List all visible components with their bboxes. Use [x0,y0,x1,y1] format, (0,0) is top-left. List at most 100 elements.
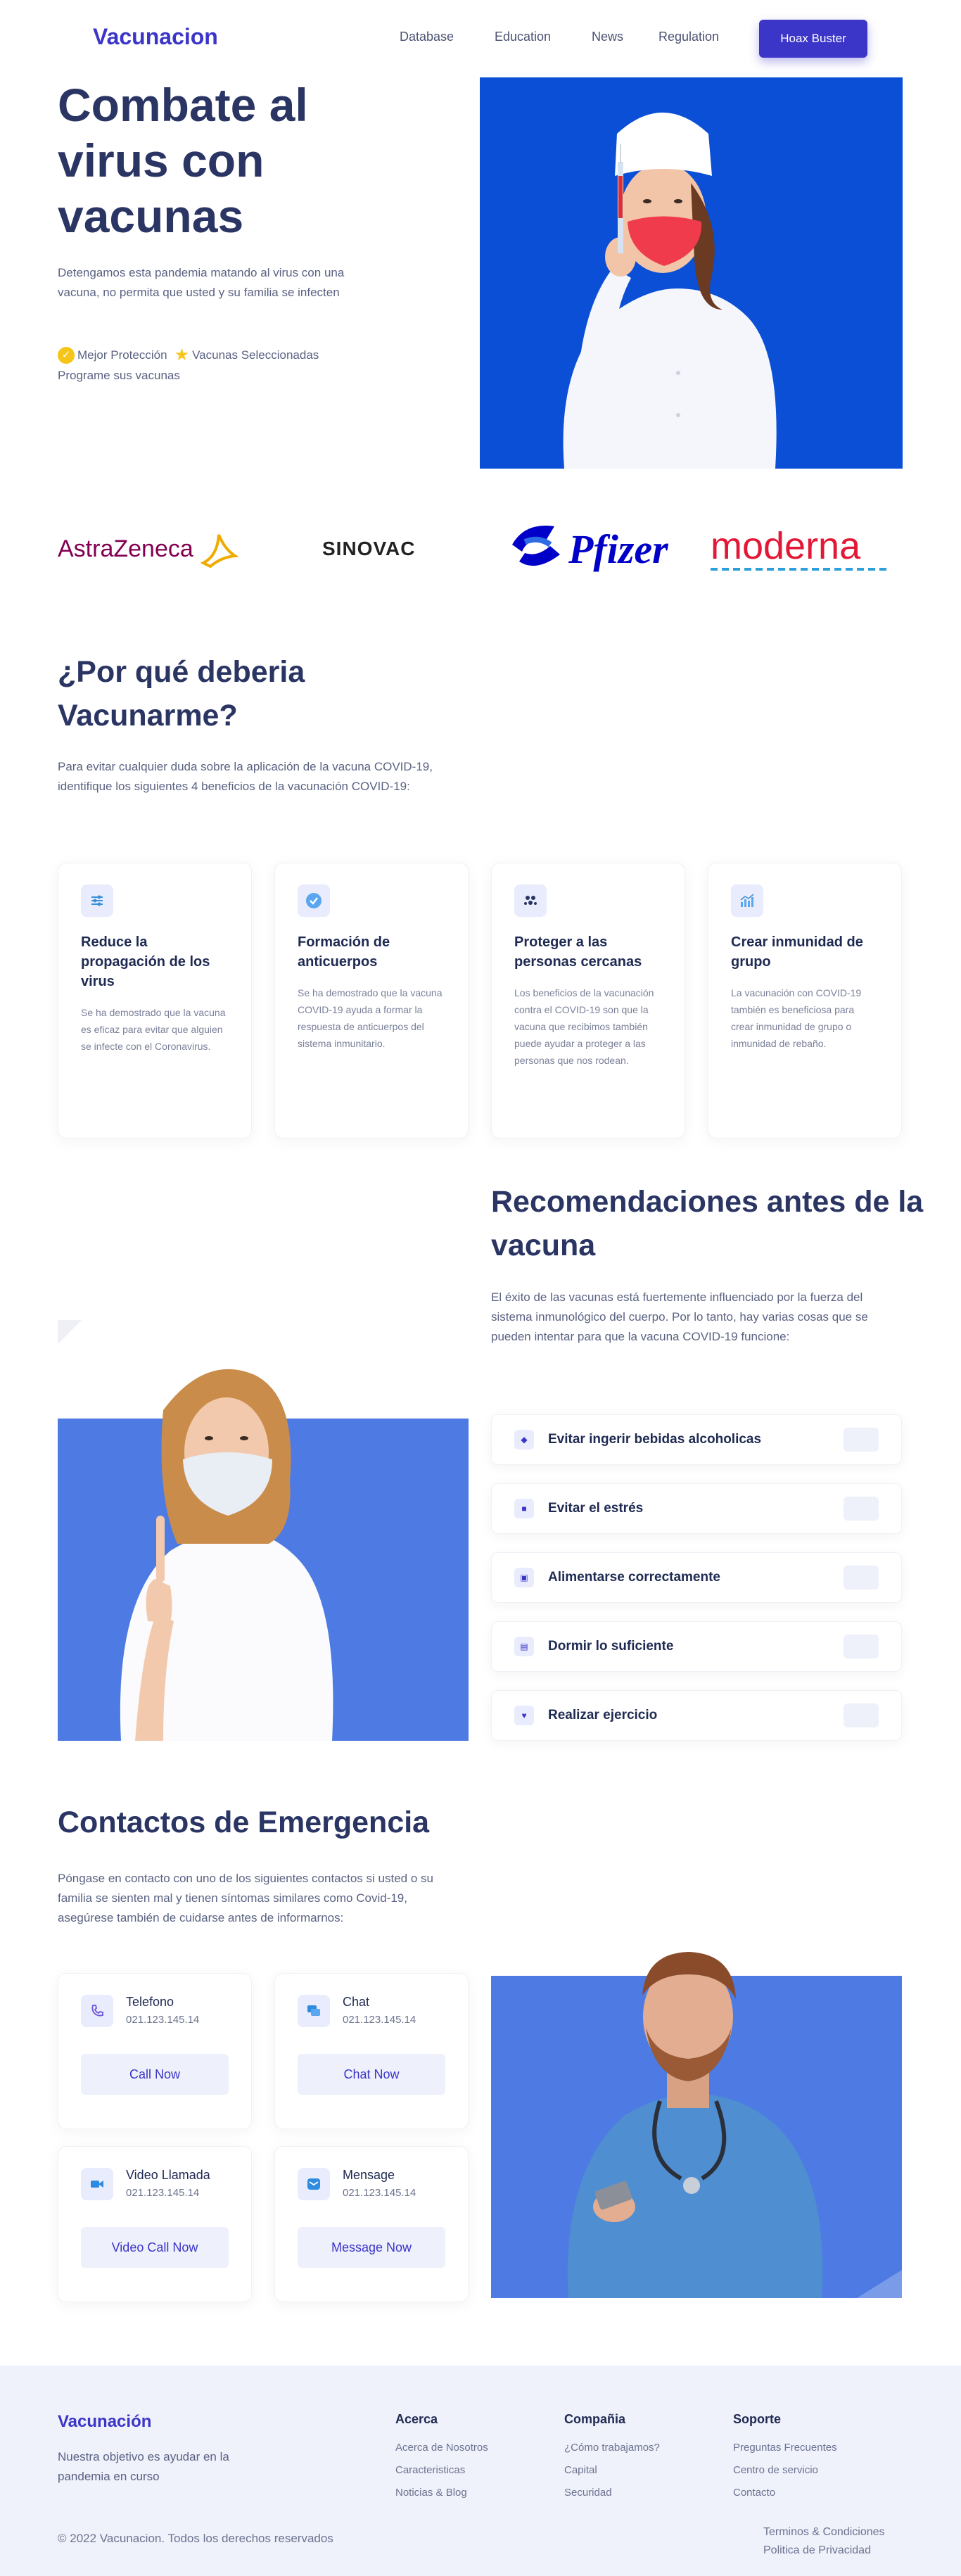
sinovac-logo: SINOVAC [322,521,416,577]
reco-item[interactable]: ♥ Realizar ejercicio [491,1690,902,1741]
nav-link-education[interactable]: Education [495,30,551,44]
footer-link[interactable]: ¿Cómo trabajamos? [564,2442,660,2454]
footer-brand[interactable]: Vacunación [58,2412,151,2432]
hero-title: Combate al virus con vacunas [58,79,308,242]
contact-phone: 021.123.145.14 [126,2187,200,2199]
contact-card: Chat 021.123.145.14 Chat Now [274,1973,469,2129]
sinovac-logo-text: SINOVAC [322,538,416,559]
phone-icon [81,1995,113,2027]
reco-item-label: Dormir lo suficiente [548,1639,674,1654]
schedule-link[interactable]: Programe sus vacunas [58,369,180,383]
expand-toggle[interactable] [844,1428,879,1452]
nav-link-news[interactable]: News [592,30,623,44]
video-call-button[interactable]: Video Call Now [81,2227,229,2268]
contact-name: Telefono [126,1995,174,2009]
call-now-button[interactable]: Call Now [81,2054,229,2095]
nav-link-database[interactable]: Database [400,30,454,44]
pfizer-logo-text: Pfizer [568,526,668,572]
moderna-underline [711,568,891,571]
reco-item[interactable]: ■ Evitar el estrés [491,1483,902,1534]
brand-logo[interactable]: Vacunacion [93,24,218,50]
footer-link[interactable]: Securidad [564,2487,612,2499]
page: Vacunacion Database Education News Regul… [0,0,961,2576]
reco-title: Recomendaciones antes de la vacuna [491,1185,924,1262]
expand-toggle[interactable] [844,1566,879,1590]
hoax-buster-button[interactable]: Hoax Buster [759,20,867,58]
footer-link[interactable]: Acerca de Nosotros [395,2442,488,2454]
reco-item-label: Evitar ingerir bebidas alcoholicas [548,1432,762,1447]
contact-card: Telefono 021.123.145.14 Call Now [58,1973,252,2129]
badge-selected: Vacunas Seleccionadas [192,348,319,362]
copyright: © 2022 Vacunacion. Todos los derechos re… [58,2532,333,2545]
benefit-card: Crear inmunidad de grupo La vacunación c… [708,863,902,1138]
moderna-logo-text: moderna [711,525,861,567]
heart-icon: ♥ [514,1706,534,1725]
benefit-text: Se ha demostrado que la vacuna es eficaz… [81,1007,226,1052]
mail-icon [298,2168,330,2200]
benefit-card: Proteger a las personas cercanas Los ben… [491,863,685,1138]
message-now-button[interactable]: Message Now [298,2227,445,2268]
footer-col-title-soporte: Soporte [733,2412,782,2426]
pfizer-pill-icon [512,526,560,566]
benefit-title: Reduce la propagación de los virus [81,934,210,989]
expand-toggle[interactable] [844,1703,879,1727]
people-icon [514,884,547,917]
benefit-text: Los beneficios de la vacunación contra e… [514,987,654,1066]
reco-item[interactable]: ◆ Evitar ingerir bebidas alcoholicas [491,1414,902,1465]
food-icon: ▣ [514,1568,534,1587]
reco-item-label: Evitar el estrés [548,1501,644,1516]
astrazeneca-logo: AstraZeneca [58,521,241,577]
check-circle-icon [298,884,330,917]
footer-link[interactable]: Capital [564,2464,597,2476]
hero-description: Detengamos esta pandemia matando al viru… [58,266,345,299]
footer-link[interactable]: Centro de servicio [733,2464,818,2476]
contact-phone: 021.123.145.14 [343,2014,416,2026]
sliders-icon [81,884,113,917]
nav-link-regulation[interactable]: Regulation [658,30,719,44]
footer-col-title-acerca: Acerca [395,2412,438,2426]
footer-col-title-compania: Compañia [564,2412,626,2426]
contact-name: Mensage [343,2168,395,2182]
footer-link[interactable]: Contacto [733,2487,775,2499]
contact-phone: 021.123.145.14 [126,2014,200,2026]
chat-now-button[interactable]: Chat Now [298,2054,445,2095]
sleep-icon: ▤ [514,1637,534,1656]
contact-name: Video Llamada [126,2168,210,2182]
badge-protection: Mejor Protección [77,348,167,362]
astrazeneca-logo-text: AstraZeneca [58,535,193,562]
benefit-text: Se ha demostrado que la vacuna COVID-19 … [298,987,443,1049]
moderna-logo: moderna [711,521,902,577]
masked-woman-image [58,1369,469,1741]
benefit-title: Formación de anticuerpos [298,934,390,970]
footer-link[interactable]: Caracteristicas [395,2464,465,2476]
privacy-link[interactable]: Politica de Privacidad [763,2544,871,2557]
contact-phone: 021.123.145.14 [343,2187,416,2199]
benefit-title: Crear inmunidad de grupo [731,934,863,970]
footer-link[interactable]: Noticias & Blog [395,2487,467,2499]
reco-description: El éxito de las vacunas está fuertemente… [491,1290,868,1343]
reco-item-label: Realizar ejercicio [548,1708,658,1722]
terms-link[interactable]: Terminos & Condiciones [763,2526,885,2539]
benefit-card: Formación de anticuerpos Se ha demostrad… [274,863,469,1138]
shield-icon: ◆ [514,1430,534,1449]
benefit-text: La vacunación con COVID-19 también es be… [731,987,862,1049]
contact-card: Mensage 021.123.145.14 Message Now [274,2146,469,2302]
expand-toggle[interactable] [844,1635,879,1658]
expand-toggle[interactable] [844,1497,879,1521]
contact-card: Video Llamada 021.123.145.14 Video Call … [58,2146,252,2302]
reco-item[interactable]: ▣ Alimentarse correctamente [491,1552,902,1603]
pfizer-logo: Pfizer [504,521,668,577]
chart-icon [731,884,763,917]
doctor-image [491,1952,902,2298]
why-title: ¿Por qué deberia Vacunarme? [58,655,305,732]
contacts-title: Contactos de Emergencia [58,1806,430,1839]
why-description: Para evitar cualquier duda sobre la apli… [58,760,433,793]
contact-name: Chat [343,1995,370,2009]
check-badge-icon: ✓ [58,346,75,364]
reco-item[interactable]: ▤ Dormir lo suficiente [491,1621,902,1672]
footer-description: Nuestra objetivo es ayudar en la pandemi… [58,2450,229,2483]
calm-icon: ■ [514,1499,534,1518]
contacts-description: Póngase en contacto con uno de los sigui… [58,1872,433,1924]
hero-badges: ✓ Mejor Protección ★ Vacunas Seleccionad… [58,345,319,365]
footer-link[interactable]: Preguntas Frecuentes [733,2442,837,2454]
